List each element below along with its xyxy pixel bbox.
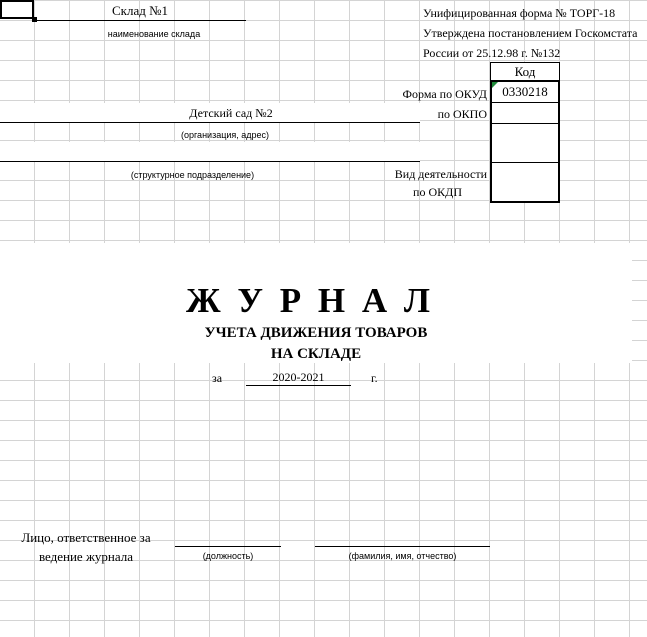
selected-cell[interactable] [0, 0, 34, 19]
period-underline [246, 385, 351, 386]
subdivision-background [0, 142, 420, 162]
extra-code-cell[interactable] [492, 124, 558, 163]
okdp-label-line2: по ОКДП [413, 185, 462, 199]
position-caption: (должность) [202, 551, 254, 561]
error-indicator-icon [492, 82, 498, 88]
subdivision-caption: (структурное подразделение) [130, 170, 255, 180]
code-header: Код [490, 62, 560, 81]
okpo-label: по ОКПО [437, 107, 487, 121]
name-caption: (фамилия, имя, отчество) [348, 551, 457, 561]
responsible-line-1: Лицо, ответственное за [21, 530, 151, 545]
responsible-line-2: ведение журнала [38, 549, 134, 564]
period-suffix: г. [371, 371, 378, 385]
journal-subtitle-2: НА СКЛАДЕ [270, 346, 362, 362]
okdp-code-cell[interactable] [492, 163, 558, 201]
warehouse-caption: наименование склада [107, 29, 201, 39]
period-value[interactable]: 2020-2021 [246, 370, 351, 385]
okud-label: Форма по ОКУД [402, 87, 487, 101]
form-line-1: Унифицированная форма № ТОРГ-18 [423, 6, 616, 20]
period-prefix: за [212, 371, 223, 385]
okud-code-value: 0330218 [502, 84, 548, 99]
form-line-2: Утверждена постановлением Госкомстата [423, 26, 638, 40]
okdp-label-line1: Вид деятельности [394, 167, 487, 181]
form-line-3: России от 25.12.98 г. №132 [423, 46, 561, 60]
position-underline [175, 546, 281, 547]
code-box: 0330218 [490, 80, 560, 203]
okud-code-cell[interactable]: 0330218 [492, 82, 558, 103]
journal-title[interactable]: Ж У Р Н А Л [150, 281, 470, 321]
okpo-code-cell[interactable] [492, 103, 558, 124]
name-underline [315, 546, 490, 547]
journal-subtitle-1: УЧЕТА ДВИЖЕНИЯ ТОВАРОВ [204, 325, 428, 341]
org-caption: (организация, адрес) [180, 130, 270, 140]
warehouse-name[interactable]: Склад №1 [34, 3, 246, 19]
org-underline [0, 122, 420, 123]
subdivision-underline [0, 161, 420, 162]
warehouse-underline [34, 20, 246, 21]
